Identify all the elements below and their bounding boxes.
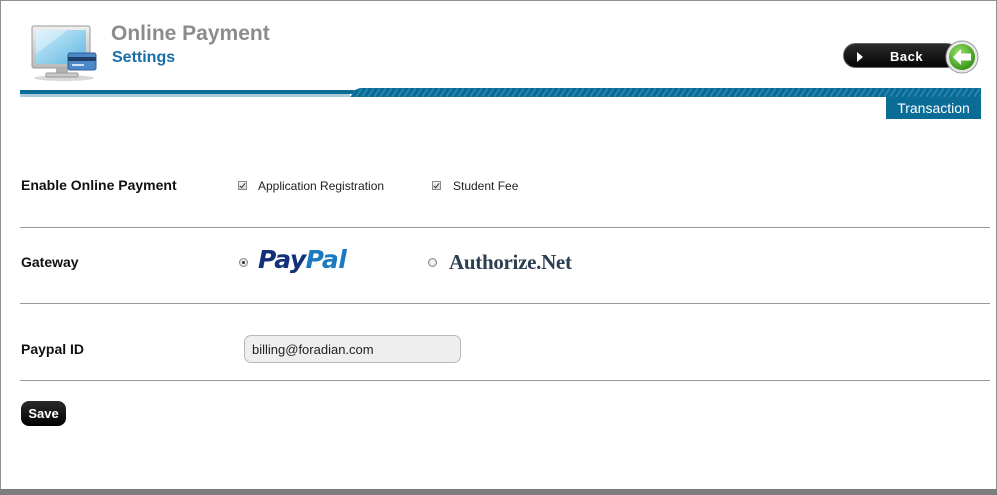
row-divider [20,380,990,381]
authorize-net-logo[interactable]: Authorize.Net [449,250,572,275]
window-bottom-border [0,489,997,495]
back-button-body[interactable]: Back [843,43,959,68]
back-button[interactable]: Back [843,40,981,74]
paypal-id-label: Paypal ID [21,341,85,357]
application-registration-label: Application Registration [258,179,385,193]
paypal-radio[interactable] [239,258,248,267]
student-fee-checkbox[interactable] [432,181,441,190]
paypal-logo-pal: Pal [305,245,347,274]
page-subtitle: Settings [112,49,176,66]
computer-monitor-card-icon [31,25,97,81]
left-arrow-icon[interactable] [945,40,979,74]
application-registration-checkbox[interactable] [238,181,247,190]
header-divider-band [20,88,981,97]
window-frame [0,0,997,495]
paypal-logo-pay: Pay [258,245,306,274]
row-divider [20,227,990,228]
authorize-net-radio[interactable] [428,258,437,267]
back-button-label: Back [890,49,924,64]
play-triangle-icon [857,52,863,62]
student-fee-label: Student Fee [453,179,519,193]
gateway-label: Gateway [21,254,79,270]
row-divider [20,303,990,304]
enable-online-payment-label: Enable Online Payment [21,177,177,193]
page-title: Online Payment [111,22,270,45]
tab-transaction[interactable]: Transaction [886,97,981,119]
paypal-logo[interactable]: PayPal [258,245,347,274]
save-button[interactable]: Save [21,401,66,426]
paypal-id-input[interactable] [244,335,461,363]
